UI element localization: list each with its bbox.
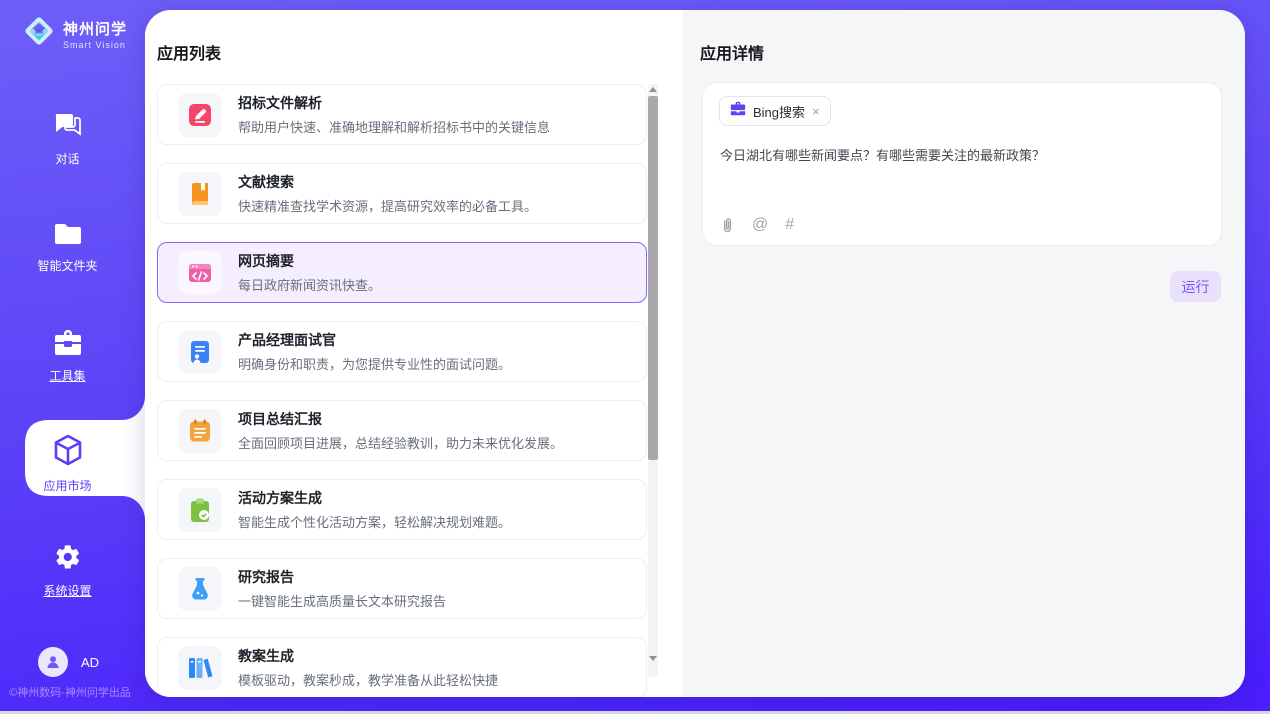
sidebar-item-chat[interactable]: 对话 bbox=[0, 112, 135, 167]
user-initials: AD bbox=[81, 655, 99, 670]
app-item-title: 教案生成 bbox=[238, 646, 498, 666]
sidebar-item-toolbox[interactable]: 工具集 bbox=[0, 329, 135, 384]
app-item-description: 明确身份和职责，为您提供专业性的面试问题。 bbox=[238, 354, 511, 373]
chip-close-icon[interactable]: × bbox=[812, 105, 820, 118]
copyright-footer: ©神州数码·神州问学出品 bbox=[0, 684, 140, 700]
mention-icon[interactable]: @ bbox=[752, 216, 768, 234]
prompt-input-card[interactable]: Bing搜索 × 今日湖北有哪些新闻要点？有哪些需要关注的最新政策？ @ # bbox=[702, 82, 1222, 246]
report-note-icon bbox=[178, 409, 222, 453]
scroll-up-arrow-icon[interactable] bbox=[649, 87, 657, 92]
brand-name: 神州问学 bbox=[63, 18, 127, 39]
app-list-item[interactable]: 网页摘要每日政府新闻资讯快查。 bbox=[157, 242, 647, 303]
sidebar-item-label: 工具集 bbox=[49, 367, 85, 384]
app-item-title: 活动方案生成 bbox=[238, 488, 511, 508]
app-detail-panel: 应用详情 Bing搜索 × 今日湖北有哪些新闻要点？有哪些需要关注的最新政策？ bbox=[683, 10, 1245, 697]
app-list-item[interactable]: 文献搜索快速精准查找学术资源，提高研究效率的必备工具。 bbox=[157, 163, 647, 224]
app-item-title: 项目总结汇报 bbox=[238, 409, 563, 429]
sidebar-item-folder[interactable]: 智能文件夹 bbox=[0, 222, 135, 274]
scroll-down-arrow-icon[interactable] bbox=[649, 656, 657, 661]
research-icon bbox=[178, 567, 222, 611]
app-item-title: 网页摘要 bbox=[238, 251, 381, 271]
tool-chip-bing-search[interactable]: Bing搜索 × bbox=[719, 96, 831, 126]
app-item-description: 每日政府新闻资讯快查。 bbox=[238, 275, 381, 294]
app-list: 招标文件解析帮助用户快速、准确地理解和解析招标书中的关键信息文献搜索快速精准查找… bbox=[157, 84, 647, 697]
content-card: 应用列表 招标文件解析帮助用户快速、准确地理解和解析招标书中的关键信息文献搜索快… bbox=[145, 10, 1245, 697]
app-item-title: 产品经理面试官 bbox=[238, 330, 511, 350]
sidebar-item-label: 对话 bbox=[55, 150, 79, 167]
doc-edit-icon bbox=[178, 93, 222, 137]
app-item-description: 帮助用户快速、准确地理解和解析招标书中的关键信息 bbox=[238, 117, 550, 136]
clipboard-icon bbox=[178, 488, 222, 532]
brand-logo: 神州问学 Smart Vision bbox=[22, 14, 127, 53]
sidebar-item-gear[interactable]: 系统设置 bbox=[0, 543, 135, 599]
browser-icon bbox=[178, 251, 222, 295]
app-item-title: 研究报告 bbox=[238, 567, 446, 587]
app-item-description: 快速精准查找学术资源，提高研究效率的必备工具。 bbox=[238, 196, 537, 215]
topic-icon[interactable]: # bbox=[785, 216, 794, 234]
app-list-item[interactable]: 招标文件解析帮助用户快速、准确地理解和解析招标书中的关键信息 bbox=[157, 84, 647, 145]
app-item-title: 文献搜索 bbox=[238, 172, 537, 192]
books-icon bbox=[178, 646, 222, 690]
app-list-item[interactable]: 产品经理面试官明确身份和职责，为您提供专业性的面试问题。 bbox=[157, 321, 647, 382]
cube-icon bbox=[53, 434, 83, 471]
query-input[interactable]: 今日湖北有哪些新闻要点？有哪些需要关注的最新政策？ bbox=[720, 146, 1200, 166]
chat-icon bbox=[53, 112, 83, 144]
app-item-description: 全面回顾项目进展，总结经验教训，助力未来优化发展。 bbox=[238, 433, 563, 452]
sidebar-item-label: 应用市场 bbox=[43, 477, 91, 494]
attachment-icon[interactable] bbox=[720, 216, 735, 234]
app-list-item[interactable]: 项目总结汇报全面回顾项目进展，总结经验教训，助力未来优化发展。 bbox=[157, 400, 647, 461]
diamond-logo-icon bbox=[22, 14, 56, 53]
app-list-title: 应用列表 bbox=[157, 40, 221, 64]
app-item-title: 招标文件解析 bbox=[238, 93, 550, 113]
gear-icon bbox=[54, 543, 82, 576]
person-icon bbox=[45, 654, 61, 670]
tool-chip-label: Bing搜索 bbox=[753, 102, 805, 121]
brand-tagline: Smart Vision bbox=[63, 40, 127, 50]
app-item-description: 模板驱动，教案秒成，教学准备从此轻松快捷 bbox=[238, 670, 498, 689]
sidebar-item-label: 系统设置 bbox=[43, 582, 91, 599]
app-detail-title: 应用详情 bbox=[700, 40, 764, 64]
toolbox-icon bbox=[53, 329, 83, 361]
briefcase-icon bbox=[730, 101, 746, 121]
app-list-item[interactable]: 研究报告一键智能生成高质量长文本研究报告 bbox=[157, 558, 647, 619]
scrollbar-thumb[interactable] bbox=[648, 96, 658, 460]
user-account[interactable]: AD bbox=[38, 647, 99, 677]
app-list-item[interactable]: 教案生成模板驱动，教案秒成，教学准备从此轻松快捷 bbox=[157, 637, 647, 697]
avatar[interactable] bbox=[38, 647, 68, 677]
book-icon bbox=[178, 172, 222, 216]
sidebar-item-label: 智能文件夹 bbox=[37, 257, 97, 274]
app-list-panel: 应用列表 招标文件解析帮助用户快速、准确地理解和解析招标书中的关键信息文献搜索快… bbox=[145, 10, 683, 697]
list-scrollbar[interactable] bbox=[648, 84, 658, 677]
app-item-description: 一键智能生成高质量长文本研究报告 bbox=[238, 591, 446, 610]
app-list-item[interactable]: 活动方案生成智能生成个性化活动方案，轻松解决规划难题。 bbox=[157, 479, 647, 540]
sidebar-item-cube[interactable]: 应用市场 bbox=[0, 434, 135, 494]
sidebar: 神州问学 Smart Vision 对话智能文件夹工具集应用市场系统设置 AD … bbox=[0, 0, 145, 714]
app-item-description: 智能生成个性化活动方案，轻松解决规划难题。 bbox=[238, 512, 511, 531]
folder-icon bbox=[53, 222, 83, 251]
run-button[interactable]: 运行 bbox=[1170, 271, 1221, 302]
interview-icon bbox=[178, 330, 222, 374]
